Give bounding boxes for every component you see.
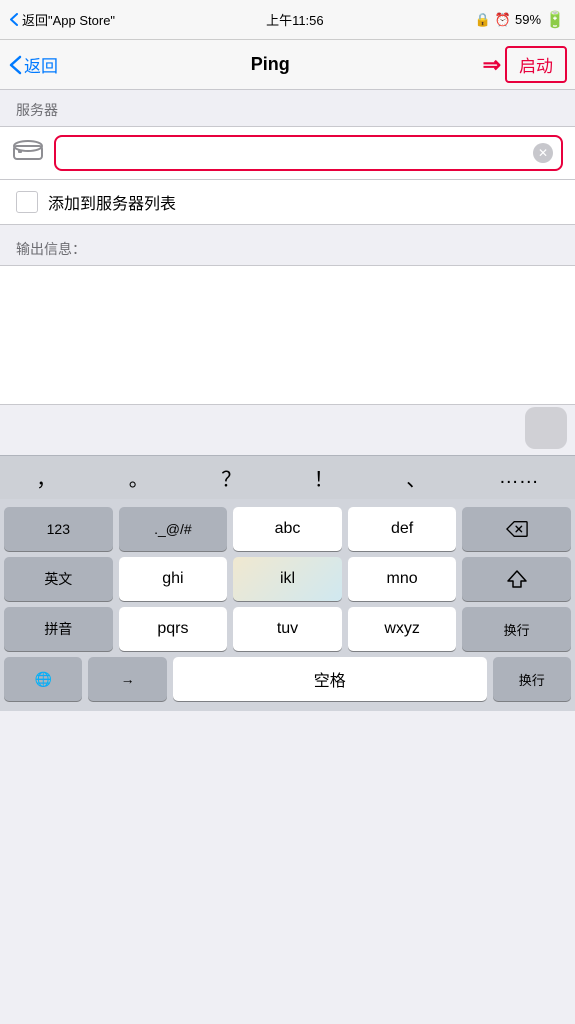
server-input-row: ✕ xyxy=(0,126,575,180)
key-def[interactable]: def xyxy=(348,507,457,551)
key-wxyz[interactable]: wxyz xyxy=(348,607,457,651)
backspace-button[interactable] xyxy=(462,507,571,551)
battery-label: 59% xyxy=(515,12,541,27)
start-button[interactable]: 启动 xyxy=(505,46,567,83)
shift-button[interactable] xyxy=(462,557,571,601)
special-key-question[interactable]: ？ xyxy=(213,463,249,492)
status-right: 🔒 ⏰ 59% 🔋 xyxy=(475,10,565,30)
special-key-comma[interactable]: ， xyxy=(28,463,64,492)
nav-bar: 返回 Ping ⇒ 启动 xyxy=(0,40,575,90)
space-button[interactable]: 空格 xyxy=(173,657,487,701)
keyboard: 123 ._@/# abc def 英文 ghi ikl mno xyxy=(0,499,575,711)
output-area xyxy=(0,265,575,405)
scroll-thumb xyxy=(525,407,567,449)
status-time: 上午11:56 xyxy=(266,10,324,29)
key-mno[interactable]: mno xyxy=(348,557,457,601)
key-ikl[interactable]: ikl xyxy=(233,557,342,601)
content-area: 服务器 ✕ 添加到服务器列表 输出信息： xyxy=(0,90,575,455)
alarm-icon: ⏰ xyxy=(495,12,511,28)
battery-icon: 🔋 xyxy=(545,10,565,30)
status-back-text: 返回"App Store" xyxy=(10,10,115,29)
clear-input-button[interactable]: ✕ xyxy=(533,143,553,163)
server-input-field[interactable] xyxy=(64,144,533,162)
key-abc[interactable]: abc xyxy=(233,507,342,551)
back-button[interactable]: 返回 xyxy=(8,52,58,77)
add-to-list-label: 添加到服务器列表 xyxy=(48,190,176,214)
key-tuv[interactable]: tuv xyxy=(233,607,342,651)
keyboard-row-1: 123 ._@/# abc def xyxy=(4,507,571,551)
lock-icon: 🔒 xyxy=(475,12,491,28)
key-english[interactable]: 英文 xyxy=(4,557,113,601)
arrow-button[interactable]: → xyxy=(88,657,166,701)
back-label: 返回 xyxy=(24,52,58,77)
scroll-indicator-area xyxy=(0,405,575,455)
key-pinyin[interactable]: 拼音 xyxy=(4,607,113,651)
key-pqrs[interactable]: pqrs xyxy=(119,607,228,651)
add-to-list-row[interactable]: 添加到服务器列表 xyxy=(0,180,575,225)
special-key-pause[interactable]: 、 xyxy=(398,463,434,492)
special-key-ellipsis[interactable]: …… xyxy=(491,466,547,489)
keyboard-row-2: 英文 ghi ikl mno xyxy=(4,557,571,601)
highlight-arrow-icon: ⇒ xyxy=(483,52,501,78)
key-symbols[interactable]: ._@/# xyxy=(119,507,228,551)
status-appstore-label: 返回"App Store" xyxy=(22,10,115,29)
page-title: Ping xyxy=(251,54,290,75)
special-key-exclaim[interactable]: ！ xyxy=(306,463,342,492)
nav-action-area: ⇒ 启动 xyxy=(483,46,567,83)
key-ghi[interactable]: ghi xyxy=(119,557,228,601)
return-button-side[interactable]: 换行 xyxy=(462,607,571,651)
server-section-label: 服务器 xyxy=(0,90,575,126)
globe-button[interactable]: 🌐 xyxy=(4,657,82,701)
server-icon xyxy=(12,138,44,168)
key-123[interactable]: 123 xyxy=(4,507,113,551)
keyboard-special-row: ， 。 ？ ！ 、 …… xyxy=(0,455,575,499)
server-input-wrapper[interactable]: ✕ xyxy=(54,135,563,171)
keyboard-row-4: 🌐 → 空格 换行 xyxy=(4,657,571,701)
return-button[interactable]: 换行 xyxy=(493,657,571,701)
keyboard-row-3: 拼音 pqrs tuv wxyz 换行 xyxy=(4,607,571,651)
special-key-period[interactable]: 。 xyxy=(121,463,157,492)
status-bar: 返回"App Store" 上午11:56 🔒 ⏰ 59% 🔋 xyxy=(0,0,575,40)
output-section-label: 输出信息： xyxy=(0,225,575,265)
add-to-list-checkbox[interactable] xyxy=(16,191,38,213)
